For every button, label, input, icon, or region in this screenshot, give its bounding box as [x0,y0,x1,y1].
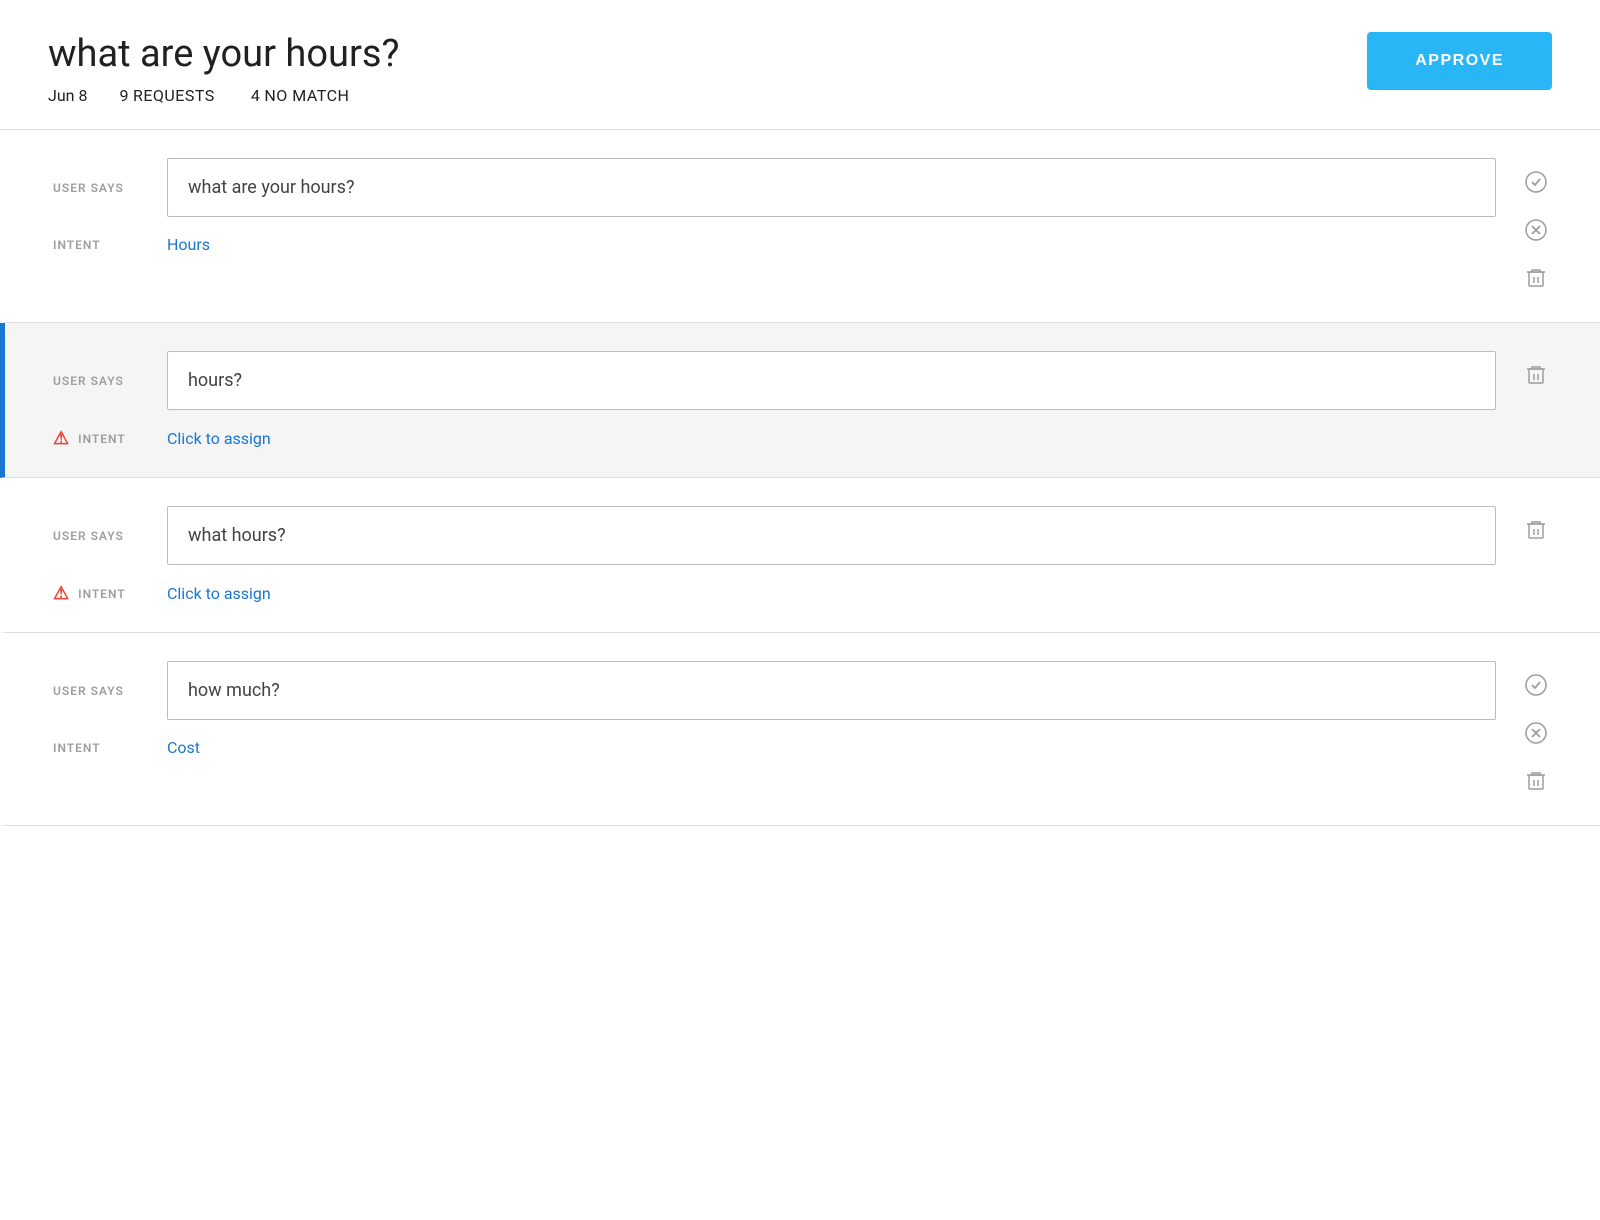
intent-label: ⚠ INTENT [53,583,143,604]
user-says-label: USER SAYS [53,529,143,543]
user-says-label: USER SAYS [53,684,143,698]
user-says-row: USER SAYS hours? [53,351,1496,410]
intent-label: INTENT [53,741,143,755]
delete-icon[interactable] [1520,765,1552,797]
nomatch-count: 4 [251,86,261,105]
entry-row: USER SAYS what hours? ⚠ INTENT Click to … [0,478,1600,633]
dismiss-icon[interactable] [1520,717,1552,749]
intent-row: INTENT Cost [53,738,1496,757]
page-header: what are your hours? Jun 8 9REQUESTS 4NO… [0,0,1600,130]
delete-icon[interactable] [1520,359,1552,391]
entry-main: USER SAYS how much? INTENT Cost [53,661,1496,757]
user-says-row: USER SAYS what hours? [53,506,1496,565]
page-title: what are your hours? [48,32,399,76]
requests-label: REQUESTS [133,86,215,105]
entry-main: USER SAYS hours? ⚠ INTENT Click to assig… [53,351,1496,449]
entry-actions [1520,661,1552,797]
delete-icon[interactable] [1520,514,1552,546]
entry-main: USER SAYS what hours? ⚠ INTENT Click to … [53,506,1496,604]
user-says-label: USER SAYS [53,181,143,195]
entries-list: USER SAYS what are your hours? INTENT Ho… [0,130,1600,826]
user-input-box[interactable]: what are your hours? [167,158,1496,217]
nomatch-label: NO MATCH [264,86,349,105]
approve-icon[interactable] [1520,166,1552,198]
intent-row: ⚠ INTENT Click to assign [53,583,1496,604]
click-to-assign[interactable]: Click to assign [167,429,271,448]
user-says-label: USER SAYS [53,374,143,388]
warning-icon: ⚠ [53,583,70,604]
intent-label: INTENT [53,238,143,252]
intent-label: ⚠ INTENT [53,428,143,449]
intent-row: ⚠ INTENT Click to assign [53,428,1496,449]
user-input-box[interactable]: hours? [167,351,1496,410]
requests-count: 9 [119,86,129,105]
meta-date: Jun 8 [48,86,87,105]
user-input-box[interactable]: what hours? [167,506,1496,565]
click-to-assign[interactable]: Click to assign [167,584,271,603]
header-meta: Jun 8 9REQUESTS 4NO MATCH [48,86,399,105]
delete-icon[interactable] [1520,262,1552,294]
approve-button[interactable]: APPROVE [1367,32,1552,90]
warning-icon: ⚠ [53,428,70,449]
entry-main: USER SAYS what are your hours? INTENT Ho… [53,158,1496,254]
user-input-box[interactable]: how much? [167,661,1496,720]
meta-requests: 9REQUESTS [119,86,218,105]
intent-value[interactable]: Cost [167,738,200,757]
entry-row: USER SAYS what are your hours? INTENT Ho… [0,130,1600,323]
meta-nomatch: 4NO MATCH [251,86,354,105]
dismiss-icon[interactable] [1520,214,1552,246]
user-says-row: USER SAYS how much? [53,661,1496,720]
entry-actions [1520,351,1552,391]
entry-actions [1520,158,1552,294]
approve-icon[interactable] [1520,669,1552,701]
entry-row: USER SAYS how much? INTENT Cost [0,633,1600,826]
intent-row: INTENT Hours [53,235,1496,254]
user-says-row: USER SAYS what are your hours? [53,158,1496,217]
header-left: what are your hours? Jun 8 9REQUESTS 4NO… [48,32,399,105]
entry-actions [1520,506,1552,546]
entry-row: USER SAYS hours? ⚠ INTENT Click to assig… [0,323,1600,478]
intent-value[interactable]: Hours [167,235,210,254]
